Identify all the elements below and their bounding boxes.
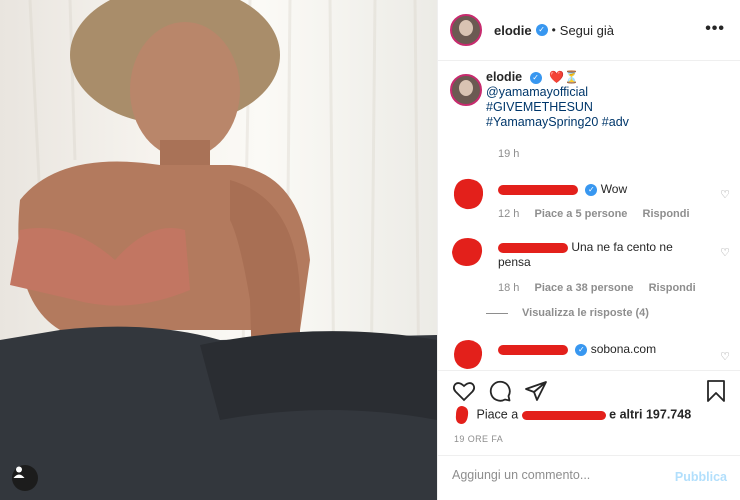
- like-comment-icon[interactable]: ♡: [720, 188, 730, 201]
- redacted-avatar[interactable]: [450, 234, 486, 270]
- header-username[interactable]: elodie: [494, 23, 532, 38]
- comment-time[interactable]: 18 h: [498, 282, 519, 294]
- comment-body: sobona.com: [590, 342, 657, 356]
- verified-icon: ✓: [585, 183, 598, 196]
- post-photo[interactable]: [0, 0, 437, 500]
- comment-time[interactable]: 12 h: [498, 208, 519, 220]
- caption-avatar[interactable]: [450, 74, 482, 106]
- more-options-icon[interactable]: •••: [705, 20, 725, 38]
- redacted-avatar[interactable]: [450, 176, 486, 212]
- separator-dot: •: [551, 23, 556, 37]
- comment-body: Wow: [600, 182, 628, 196]
- caption-time[interactable]: 19 h: [498, 148, 519, 160]
- mention-link[interactable]: @yamamayofficial: [486, 85, 716, 100]
- hashtag-link[interactable]: #YamamaySpring20 #adv: [486, 115, 716, 130]
- comments-list[interactable]: elodie ✓ ❤️⏳ @yamamayofficial #GIVEMETHE…: [438, 62, 740, 370]
- caption-username[interactable]: elodie: [486, 70, 522, 84]
- post-date[interactable]: 19 ORE FA: [454, 434, 503, 444]
- publish-button[interactable]: Pubblica: [675, 470, 727, 484]
- like-comment-icon[interactable]: ♡: [720, 246, 730, 259]
- heart-icon[interactable]: [452, 379, 476, 403]
- comment-icon[interactable]: [488, 379, 512, 403]
- comment-meta: 12 h Piace a 5 persone Rispondi: [498, 208, 702, 220]
- redacted-username[interactable]: [498, 242, 568, 253]
- verified-icon: ✓: [535, 24, 548, 36]
- comment-likes[interactable]: Piace a 5 persone: [534, 208, 627, 220]
- bookmark-icon[interactable]: [704, 379, 728, 403]
- share-icon[interactable]: [524, 379, 548, 403]
- comment-text: ✓ Wow: [498, 182, 708, 197]
- post-header: elodie ✓ • Segui già •••: [438, 0, 740, 61]
- user-tag-icon[interactable]: [12, 465, 38, 491]
- hashtag-link[interactable]: #GIVEMETHESUN: [486, 100, 716, 115]
- comment-likes[interactable]: Piace a 38 persone: [534, 282, 633, 294]
- likes-summary[interactable]: Piace a e altri 197.748: [454, 405, 691, 425]
- verified-icon: ✓: [529, 71, 542, 84]
- post-actions: [438, 370, 740, 402]
- redacted-username[interactable]: [498, 184, 578, 195]
- view-replies-button[interactable]: Visualizza le risposte (4): [486, 307, 649, 319]
- redacted-avatar[interactable]: [450, 336, 486, 370]
- caption-emoji: ❤️⏳: [549, 70, 579, 84]
- redacted-username[interactable]: [521, 410, 606, 420]
- likes-count[interactable]: e altri 197.748: [609, 407, 691, 421]
- post-image: [0, 0, 437, 500]
- comment-text: ✓ sobona.com: [498, 342, 708, 357]
- likes-prefix: Piace a: [476, 407, 519, 422]
- like-comment-icon[interactable]: ♡: [720, 350, 730, 363]
- redacted-username[interactable]: [498, 344, 568, 355]
- caption-text: elodie ✓ ❤️⏳ @yamamayofficial #GIVEMETHE…: [486, 70, 716, 130]
- follow-button[interactable]: Segui già: [560, 23, 614, 38]
- reply-button[interactable]: Rispondi: [643, 208, 690, 220]
- avatar[interactable]: [450, 14, 482, 46]
- comment-text: Una ne fa cento ne pensa: [498, 240, 708, 270]
- post-panel: elodie ✓ • Segui già ••• elodie ✓ ❤️⏳ @y…: [437, 0, 740, 500]
- reply-button[interactable]: Rispondi: [649, 282, 696, 294]
- redacted-avatar[interactable]: [454, 405, 470, 425]
- comment-meta: 18 h Piace a 38 persone Rispondi: [498, 282, 708, 294]
- comment-input[interactable]: [452, 468, 662, 482]
- add-comment-bar: Pubblica: [438, 455, 740, 500]
- verified-icon: ✓: [575, 343, 588, 356]
